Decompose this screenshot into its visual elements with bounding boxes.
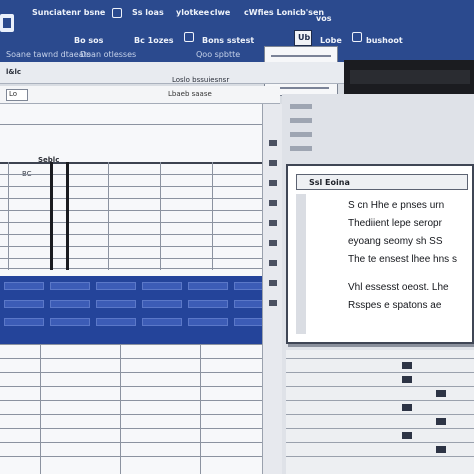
ribbon-group-label: Soane tawnd dtaeats: [6, 50, 91, 59]
sheet-toolbar: l&lc Loslo bssuiesnsr: [0, 62, 344, 84]
search-icon[interactable]: [352, 32, 362, 42]
ribbon-command[interactable]: Bons sstest: [202, 36, 254, 45]
dialog-sidebar: [296, 194, 306, 334]
header-bar-text: [350, 70, 470, 84]
ribbon-menu-item[interactable]: clwe: [210, 8, 230, 17]
cell-reference: Loslo bssuiesnsr: [172, 76, 230, 84]
ribbon-group-label: Qoo spbtte: [196, 50, 241, 59]
dialog-text-line: Thediient lepe seropr: [348, 218, 442, 229]
ribbon-menu-item[interactable]: vos: [316, 14, 331, 23]
ribbon-command[interactable]: Lobe: [320, 36, 342, 45]
name-box[interactable]: Lo: [6, 89, 28, 101]
ribbon-command[interactable]: bushoot: [366, 36, 403, 45]
dialog-text-line: The te ensest lhee hns s: [348, 254, 457, 265]
dialog-title-bar[interactable]: Ssl Eoina: [296, 174, 468, 190]
formula-bar: Lo Lbaeb saase: [0, 86, 280, 104]
dialog-text-line: S cn Hhe e pnses urn: [348, 200, 445, 211]
row-scroll-column[interactable]: [262, 104, 282, 474]
document-icon[interactable]: Ub: [294, 30, 312, 46]
formula-text[interactable]: Lbaeb saase: [168, 90, 212, 98]
selected-range[interactable]: [0, 276, 290, 344]
ribbon-command[interactable]: Bc 1ozes: [134, 36, 174, 45]
lower-grid[interactable]: [286, 350, 474, 474]
ribbon-menu-item[interactable]: Sunciatenr bsne: [32, 8, 105, 17]
dialog-text-line: eyoang seomy sh SS: [348, 236, 443, 247]
format-icon[interactable]: [112, 8, 122, 18]
dialog-title: Ssl Eoina: [309, 178, 350, 187]
dialog-box[interactable]: Ssl Eoina S cn Hhe e pnses urn Thediient…: [286, 164, 474, 344]
spreadsheet-app: Sunciatenr bsne Ss loas ylotkee clwe cWf…: [0, 0, 474, 474]
paste-icon[interactable]: [184, 32, 194, 42]
ribbon: Sunciatenr bsne Ss loas ylotkee clwe cWf…: [0, 0, 474, 62]
ribbon-command[interactable]: Bo sos: [74, 36, 103, 45]
ribbon-menu-item[interactable]: ylotkee: [176, 8, 209, 17]
app-logo-icon: [0, 14, 14, 32]
ribbon-group-label: Doan otlesses: [80, 50, 137, 59]
dialog-text-line: Vhl essesst oeost. Lhe: [348, 282, 449, 293]
ribbon-menu-item[interactable]: Ss loas: [132, 8, 164, 17]
dialog-text-line: Rsspes e spatons ae: [348, 300, 442, 311]
ribbon-menu-item[interactable]: cWfies Lonic: [244, 8, 300, 17]
toolbar-tag[interactable]: l&lc: [6, 68, 21, 76]
